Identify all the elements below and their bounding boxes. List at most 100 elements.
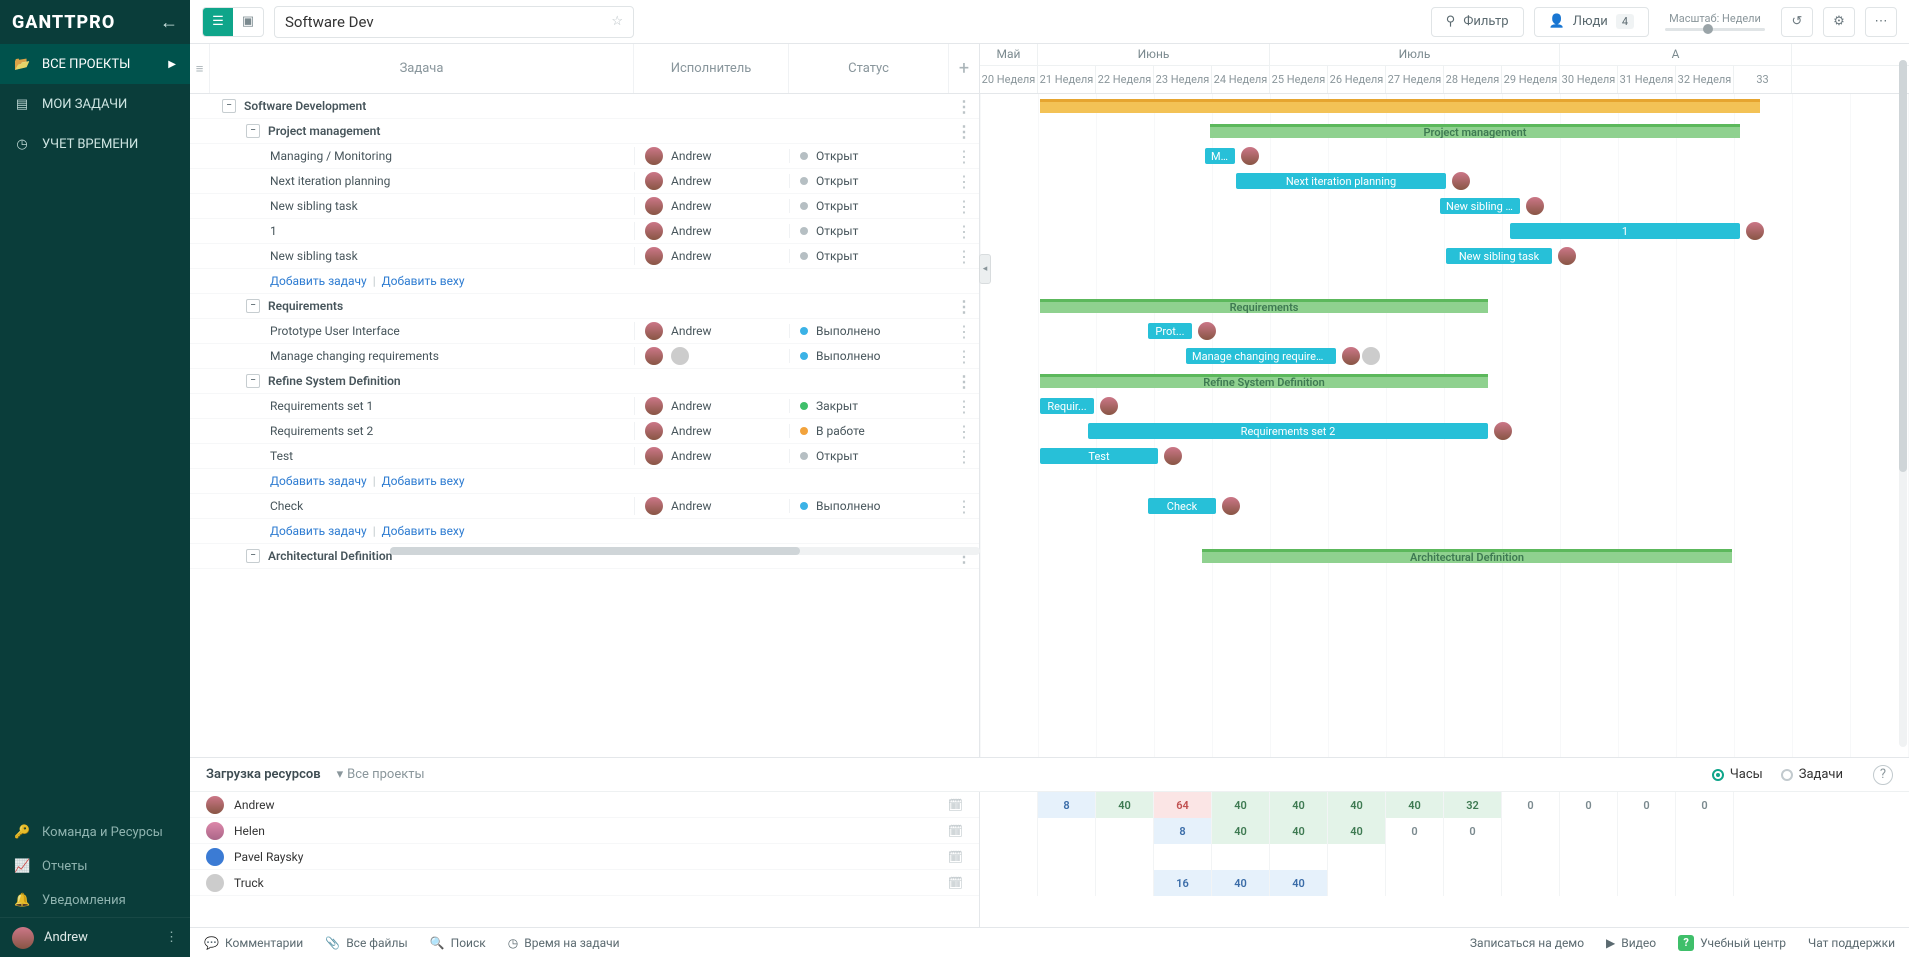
assignee-cell[interactable]: Andrew — [634, 172, 789, 190]
hours-cell[interactable] — [1444, 844, 1502, 870]
hours-cell[interactable]: 8 — [1154, 818, 1212, 844]
filter-button[interactable]: ⚲ Фильтр — [1431, 7, 1524, 37]
resource-row[interactable]: Truck🗓 — [190, 870, 979, 896]
add-milestone-link[interactable]: Добавить веху — [382, 524, 465, 538]
hours-cell[interactable] — [980, 818, 1038, 844]
nav-all-projects[interactable]: 📂 ВСЕ ПРОЕКТЫ ▶ — [0, 44, 190, 84]
resource-row[interactable]: Andrew🗓 — [190, 792, 979, 818]
task-row[interactable]: Requirements set 2AndrewВ работе⋮ — [190, 419, 979, 444]
view-gantt-tab[interactable]: ☰ — [203, 8, 233, 36]
hours-cell[interactable]: 40 — [1270, 870, 1328, 896]
task-row[interactable]: Prototype User InterfaceAndrewВыполнено⋮ — [190, 319, 979, 344]
assignee-cell[interactable]: Andrew — [634, 222, 789, 240]
hours-cell[interactable] — [980, 792, 1038, 818]
task-group-row[interactable]: −Refine System Definition⋮ — [190, 369, 979, 394]
add-task-link[interactable]: Добавить задачу — [270, 524, 367, 538]
hours-cell[interactable] — [1502, 844, 1560, 870]
task-actions-button[interactable]: ⋮ — [949, 447, 979, 466]
status-cell[interactable]: Открыт — [789, 449, 949, 463]
add-milestone-link[interactable]: Добавить веху — [382, 474, 465, 488]
hours-cell[interactable]: 0 — [1386, 818, 1444, 844]
task-actions-button[interactable]: ⋮ — [949, 247, 979, 266]
assignee-cell[interactable]: Andrew — [634, 247, 789, 265]
hours-cell[interactable]: 0 — [1444, 818, 1502, 844]
gantt-task-bar[interactable]: M... — [1205, 148, 1235, 164]
hours-cell[interactable] — [1038, 844, 1096, 870]
task-actions-button[interactable]: ⋮ — [949, 322, 979, 341]
hours-cell[interactable] — [1502, 870, 1560, 896]
gantt-group-bar[interactable]: Project management — [1210, 124, 1740, 138]
hours-cell[interactable] — [1676, 870, 1734, 896]
status-cell[interactable]: В работе — [789, 424, 949, 438]
task-row[interactable]: New sibling taskAndrewОткрыт⋮ — [190, 194, 979, 219]
zoom-slider[interactable] — [1665, 28, 1765, 31]
gantt-task-bar[interactable]: Requir... — [1040, 398, 1094, 414]
splitter-handle[interactable]: ◂ — [979, 254, 991, 284]
hours-cell[interactable]: 0 — [1676, 792, 1734, 818]
video-button[interactable]: ▶Видео — [1606, 936, 1656, 950]
task-group-row[interactable]: −Project management⋮ — [190, 119, 979, 144]
hours-cell[interactable] — [1096, 870, 1154, 896]
column-settings-icon[interactable]: ≡ — [190, 44, 210, 93]
hours-cell[interactable] — [1038, 870, 1096, 896]
hours-cell[interactable] — [1618, 844, 1676, 870]
nav-reports[interactable]: 📈 Отчеты — [0, 849, 190, 883]
nav-my-tasks[interactable]: ▤ МОИ ЗАДАЧИ — [0, 84, 190, 124]
star-icon[interactable]: ☆ — [611, 14, 623, 29]
task-actions-button[interactable]: ⋮ — [949, 122, 979, 141]
task-row[interactable]: Next iteration planningAndrewОткрыт⋮ — [190, 169, 979, 194]
hours-cell[interactable]: 40 — [1096, 792, 1154, 818]
add-task-row[interactable]: Добавить задачу|Добавить веху — [190, 469, 979, 494]
hours-cell[interactable] — [1618, 818, 1676, 844]
task-actions-button[interactable]: ⋮ — [949, 497, 979, 516]
column-assignee-header[interactable]: Исполнитель — [634, 44, 789, 93]
task-group-row[interactable]: −Requirements⋮ — [190, 294, 979, 319]
task-actions-button[interactable]: ⋮ — [949, 397, 979, 416]
hours-cell[interactable]: 40 — [1386, 792, 1444, 818]
collapse-icon[interactable]: − — [246, 124, 260, 138]
view-board-tab[interactable]: ▣ — [233, 8, 263, 36]
hours-cell[interactable] — [1270, 844, 1328, 870]
column-status-header[interactable]: Статус — [789, 44, 949, 93]
collapse-icon[interactable]: − — [246, 374, 260, 388]
gantt-task-bar[interactable]: 1 — [1510, 223, 1740, 239]
zoom-control[interactable]: Масштаб: Недели — [1659, 12, 1771, 31]
hours-cell[interactable]: 8 — [1038, 792, 1096, 818]
nav-time-tracking[interactable]: ◷ УЧЕТ ВРЕМЕНИ — [0, 124, 190, 164]
demo-link[interactable]: Записаться на демо — [1470, 936, 1584, 950]
resource-row[interactable]: Pavel Raysky🗓 — [190, 844, 979, 870]
hours-cell[interactable] — [1676, 818, 1734, 844]
assignee-cell[interactable]: Andrew — [634, 422, 789, 440]
gantt-group-bar[interactable] — [1040, 99, 1760, 113]
task-row[interactable]: New sibling taskAndrewОткрыт⋮ — [190, 244, 979, 269]
nav-notifications[interactable]: 🔔 Уведомления — [0, 883, 190, 917]
people-button[interactable]: 👤 Люди 4 — [1534, 7, 1649, 37]
hours-cell[interactable] — [1154, 844, 1212, 870]
task-row[interactable]: Manage changing requirementsВыполнено⋮ — [190, 344, 979, 369]
hours-cell[interactable] — [1444, 870, 1502, 896]
collapse-icon[interactable]: − — [246, 549, 260, 563]
hours-cell[interactable] — [1618, 870, 1676, 896]
gantt-task-bar[interactable]: Next iteration planning — [1236, 173, 1446, 189]
resource-row[interactable]: Helen🗓 — [190, 818, 979, 844]
gantt-area[interactable]: Project management M...Next iteration pla… — [980, 94, 1909, 757]
gantt-task-bar[interactable]: Test — [1040, 448, 1158, 464]
task-actions-button[interactable]: ⋮ — [949, 147, 979, 166]
hours-cell[interactable] — [1560, 844, 1618, 870]
status-cell[interactable]: Выполнено — [789, 499, 949, 513]
gantt-task-bar[interactable]: Requirements set 2 — [1088, 423, 1488, 439]
add-task-link[interactable]: Добавить задачу — [270, 274, 367, 288]
task-actions-button[interactable]: ⋮ — [949, 222, 979, 241]
more-button[interactable]: ⋯ — [1865, 7, 1897, 37]
hours-cell[interactable] — [980, 844, 1038, 870]
time-tasks-button[interactable]: ◷Время на задачи — [508, 936, 620, 950]
gantt-group-bar[interactable]: Architectural Definition — [1202, 549, 1732, 563]
assignee-cell[interactable]: Andrew — [634, 497, 789, 515]
hours-cell[interactable] — [1502, 818, 1560, 844]
hours-cell[interactable]: 40 — [1212, 870, 1270, 896]
status-cell[interactable]: Открыт — [789, 149, 949, 163]
task-row[interactable]: Requirements set 1AndrewЗакрыт⋮ — [190, 394, 979, 419]
toggle-hours[interactable]: Часы — [1712, 767, 1763, 782]
status-cell[interactable]: Выполнено — [789, 349, 949, 363]
task-actions-button[interactable]: ⋮ — [949, 422, 979, 441]
